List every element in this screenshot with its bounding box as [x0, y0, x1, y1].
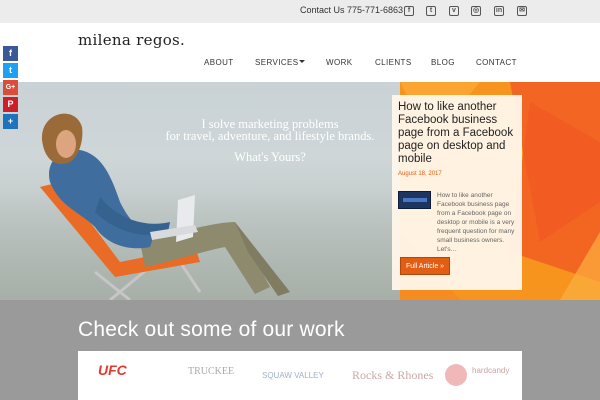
full-article-button[interactable]: Full Article »	[400, 257, 450, 275]
share-icon[interactable]: +	[3, 114, 18, 129]
email-icon[interactable]: ✉	[517, 6, 527, 16]
twitter-icon[interactable]: t	[3, 63, 18, 78]
nav-work[interactable]: WORK	[326, 58, 353, 67]
client-logo-truckee[interactable]: TRUCKEE	[188, 366, 234, 377]
google-plus-icon[interactable]: G+	[3, 80, 18, 95]
nav-about[interactable]: ABOUT	[204, 58, 234, 67]
pinterest-icon[interactable]: P	[3, 97, 18, 112]
hero-question: What's Yours?	[234, 150, 306, 164]
post-thumbnail[interactable]	[398, 191, 431, 209]
chevron-down-icon[interactable]	[299, 60, 305, 63]
facebook-icon[interactable]: f	[3, 46, 18, 61]
hardcandy-logo-icon	[445, 364, 467, 386]
client-logo-squaw-valley[interactable]: SQUAW VALLEY	[262, 371, 324, 380]
client-logo-ufc[interactable]: UFC	[98, 362, 127, 378]
nav-services[interactable]: SERVICES	[255, 58, 299, 67]
nav-clients[interactable]: CLIENTS	[375, 58, 412, 67]
nav-blog[interactable]: BLOG	[431, 58, 455, 67]
top-bar: Contact Us 775-771-6863 f t v ◎ in ✉	[0, 0, 600, 23]
instagram-icon[interactable]: ◎	[471, 6, 481, 16]
featured-post-card: How to like another Facebook business pa…	[392, 95, 522, 290]
vimeo-icon[interactable]: v	[449, 6, 459, 16]
client-logo-hardcandy[interactable]: hardcandy	[472, 366, 509, 375]
woman-with-laptop-photo	[40, 113, 290, 300]
post-excerpt: How to like another Facebook business pa…	[437, 192, 515, 253]
contact-link[interactable]: Contact Us 775-771-6863	[300, 5, 403, 15]
twitter-icon[interactable]: t	[426, 6, 436, 16]
hero-headline-line-2: for travel, adventure, and lifestyle bra…	[165, 129, 375, 143]
work-section-title: Check out some of our work	[78, 318, 345, 341]
linkedin-icon[interactable]: in	[494, 6, 504, 16]
facebook-icon[interactable]: f	[404, 6, 414, 16]
nav-contact[interactable]: CONTACT	[476, 58, 517, 67]
client-logo-rocks-rhones[interactable]: Rocks & Rhones	[352, 368, 433, 383]
post-date: August 18, 2017	[398, 171, 442, 177]
site-logo[interactable]: milena regos.	[78, 31, 185, 49]
post-title[interactable]: How to like another Facebook business pa…	[398, 101, 518, 166]
